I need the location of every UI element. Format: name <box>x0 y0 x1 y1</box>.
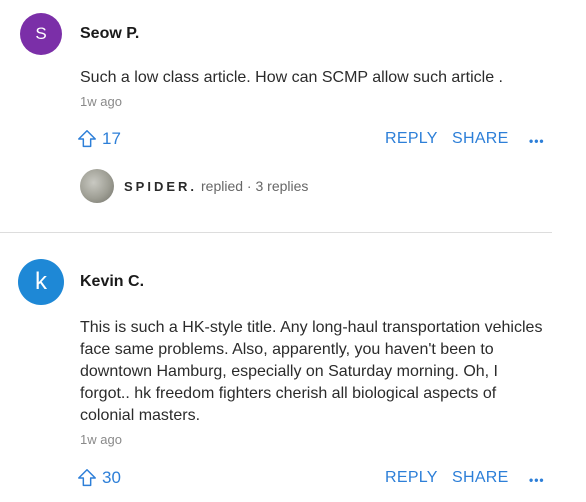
avatar-letter: S <box>35 24 47 43</box>
share-button[interactable]: SHARE <box>452 130 509 148</box>
avatar-letter: k <box>35 268 47 295</box>
reply-button[interactable]: REPLY <box>385 469 438 487</box>
avatar[interactable]: k <box>18 259 64 305</box>
more-options-icon[interactable]: ••• <box>529 473 545 487</box>
reply-count: replied · 3 replies <box>201 178 309 194</box>
avatar <box>80 169 114 203</box>
comment-timestamp: 1w ago <box>80 94 122 109</box>
more-options-icon[interactable]: ••• <box>529 134 545 148</box>
comment-author[interactable]: Kevin C. <box>80 273 144 291</box>
like-count: 30 <box>102 468 121 487</box>
comment-text: This is such a HK-style title. Any long-… <box>80 319 543 424</box>
share-button[interactable]: SHARE <box>452 469 509 487</box>
replies-summary[interactable]: SPIDER. replied · 3 replies <box>80 169 308 203</box>
reply-button[interactable]: REPLY <box>385 130 438 148</box>
reply-author: SPIDER. <box>124 178 198 194</box>
divider <box>0 232 552 233</box>
upvote-arrow-icon <box>78 130 96 148</box>
comment-author[interactable]: Seow P. <box>80 25 139 43</box>
like-count: 17 <box>102 129 121 148</box>
like-button[interactable]: 17 <box>76 128 121 150</box>
comment-text: Such a low class article. How can SCMP a… <box>80 69 503 86</box>
comment-timestamp: 1w ago <box>80 432 122 447</box>
avatar[interactable]: S <box>20 13 62 55</box>
upvote-arrow-icon <box>78 469 96 487</box>
like-button[interactable]: 30 <box>76 467 121 489</box>
